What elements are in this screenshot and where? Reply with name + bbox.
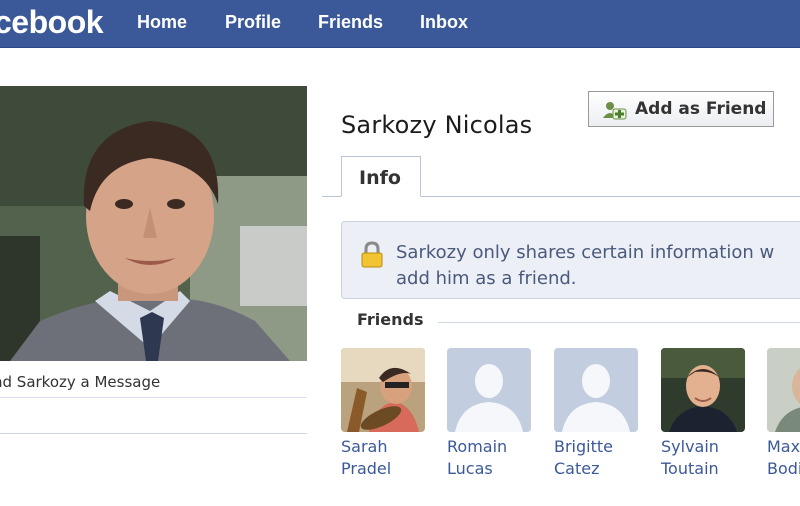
friend-name[interactable]: Sarah Pradel [341, 436, 431, 480]
friend-last-name: Catez [554, 459, 600, 478]
friend-first-name: Brigitte [554, 437, 613, 456]
friend-last-name: Bodi [767, 459, 800, 478]
friend-photo-placeholder[interactable] [554, 348, 638, 432]
privacy-notice: Sarkozy only shares certain information … [341, 221, 800, 299]
friend-item[interactable]: Romain Lucas [447, 348, 537, 488]
left-divider [0, 433, 307, 434]
lock-icon [358, 241, 386, 273]
friend-first-name: Sylvain [661, 437, 719, 456]
silhouette-icon [447, 348, 531, 432]
send-message-label: nd Sarkozy a Message [0, 373, 161, 391]
tab-info[interactable]: Info [341, 156, 421, 197]
privacy-notice-line-1: Sarkozy only shares certain information … [396, 242, 775, 263]
privacy-notice-text: Sarkozy only shares certain information … [396, 240, 774, 292]
add-friend-icon [601, 100, 627, 124]
friend-first-name: Max [767, 437, 800, 456]
friend-last-name: Pradel [341, 459, 392, 478]
facebook-logo[interactable]: cebook [0, 4, 104, 41]
send-message-link[interactable]: nd Sarkozy a Message [0, 363, 307, 398]
profile-photo-image [0, 86, 307, 361]
friend-item[interactable]: Sarah Pradel [341, 348, 431, 488]
friend-name[interactable]: Sylvain Toutain [661, 436, 751, 480]
add-as-friend-button[interactable]: Add as Friend [588, 91, 774, 127]
friend-name[interactable]: Max Bodi [767, 436, 800, 480]
profile-photo[interactable] [0, 86, 307, 361]
friends-section-title: Friends [357, 310, 424, 329]
profile-name: Sarkozy Nicolas [341, 111, 533, 139]
friend-item[interactable]: Brigitte Catez [554, 348, 644, 488]
friend-first-name: Romain [447, 437, 508, 456]
nav-home[interactable]: Home [137, 12, 187, 33]
silhouette-icon [554, 348, 638, 432]
friends-divider [438, 322, 800, 323]
friend-name[interactable]: Romain Lucas [447, 436, 537, 480]
friend-photo[interactable] [341, 348, 425, 432]
friend-photo[interactable] [767, 348, 800, 432]
tab-info-label: Info [359, 167, 401, 189]
top-navigation-bar: cebook Home Profile Friends Inbox [0, 0, 800, 48]
friend-first-name: Sarah [341, 437, 388, 456]
nav-friends[interactable]: Friends [318, 12, 383, 33]
friend-last-name: Lucas [447, 459, 493, 478]
friend-item[interactable]: Max Bodi [767, 348, 800, 488]
friend-photo[interactable] [661, 348, 745, 432]
friend-item[interactable]: Sylvain Toutain [661, 348, 751, 488]
nav-inbox[interactable]: Inbox [420, 12, 468, 33]
friend-last-name: Toutain [661, 459, 719, 478]
friend-name[interactable]: Brigitte Catez [554, 436, 644, 480]
privacy-notice-line-2: add him as a friend. [396, 268, 577, 289]
nav-profile[interactable]: Profile [225, 12, 281, 33]
friend-photo-placeholder[interactable] [447, 348, 531, 432]
add-as-friend-label: Add as Friend [635, 99, 767, 119]
